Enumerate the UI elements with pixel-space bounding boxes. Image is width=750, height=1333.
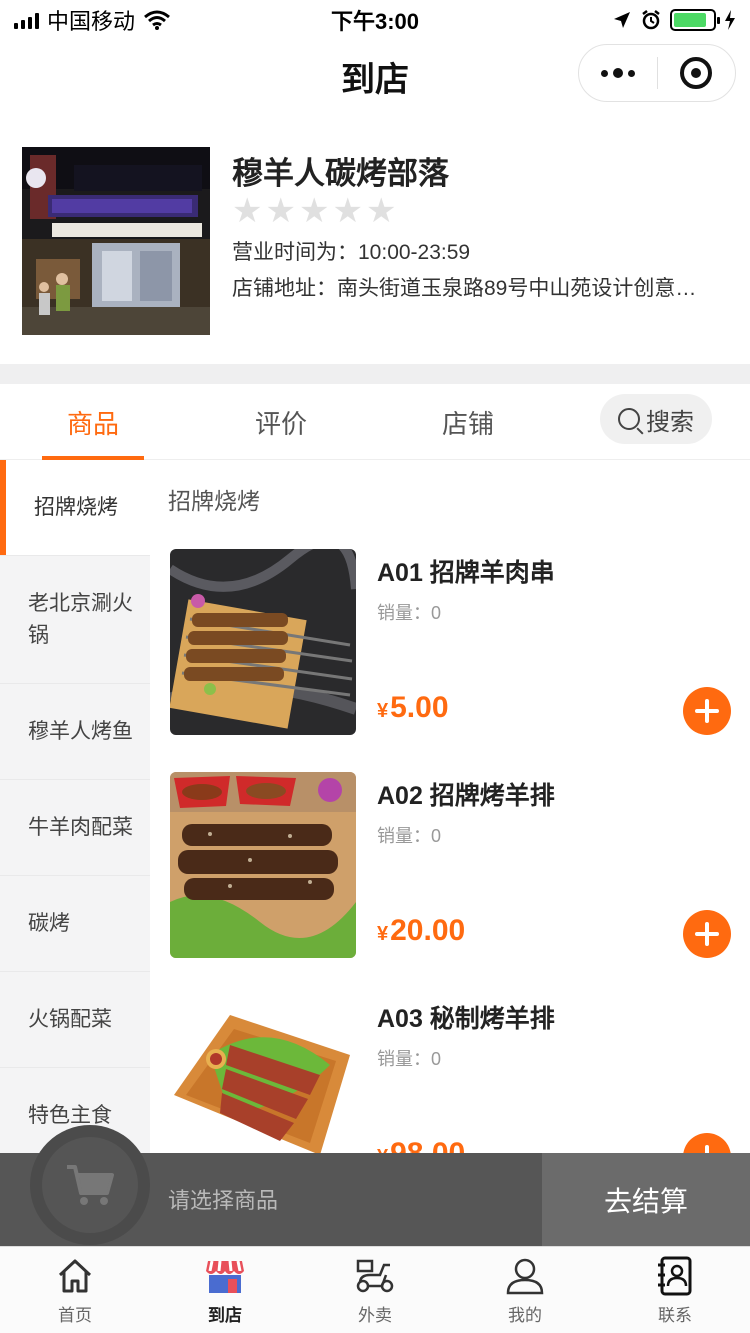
store-address[interactable]: 店铺地址：南头街道玉泉路89号中山苑设计创意… [232,272,722,302]
tab-reviews[interactable]: 评价 [226,384,336,460]
product-price: ¥20.00 [377,914,465,948]
contact-book-icon [658,1256,692,1296]
product-item[interactable]: A01 招牌羊肉串 销量：0 ¥5.00 [170,549,750,735]
address-label: 店铺地址： [232,277,337,300]
checkout-button[interactable]: 去结算 [542,1153,750,1246]
signal-icon [14,11,39,29]
product-price: ¥5.00 [377,691,449,725]
store-header: 穆羊人碳烤部落 ★ ★ ★ ★ ★ 营业时间为：10:00-23:59 店铺地址：南头街… [0,110,750,364]
store-tabs: 商品 评价 店铺 搜索 [0,384,750,460]
tabbar-label: 我的 [508,1306,542,1325]
product-name: A03 秘制烤羊排 [377,1005,555,1033]
store-photo [22,147,210,335]
product-item[interactable]: A02 招牌烤羊排 销量：0 ¥20.00 [170,772,750,958]
rating-stars: ★ ★ ★ ★ ★ [232,194,396,228]
sales-value: 0 [431,603,442,623]
tab-store[interactable]: 店铺 [413,384,523,460]
cart-icon [67,1165,114,1205]
add-to-cart-button[interactable] [683,687,731,735]
status-right [612,9,736,31]
location-arrow-icon [614,12,630,28]
category-item[interactable]: 穆羊人烤鱼 [0,684,150,780]
user-icon [506,1258,544,1295]
tabbar-item-store[interactable]: 到店 [150,1247,300,1333]
tabbar-label: 首页 [58,1306,92,1325]
hours-label: 营业时间为： [232,241,358,264]
product-name: A01 招牌羊肉串 [377,559,555,587]
product-sales: 销量：0 [377,822,441,848]
product-sales: 销量：0 [377,1045,441,1071]
target-circle-icon [680,57,713,89]
tabbar-item-delivery[interactable]: 外卖 [300,1247,450,1333]
alarm-icon [642,10,660,30]
sales-value: 0 [431,1049,442,1069]
wifi-icon [144,10,170,30]
product-name: A02 招牌烤羊排 [377,782,555,810]
store-hours: 营业时间为：10:00-23:59 [232,236,470,266]
category-sidebar: 招牌烧烤 老北京涮火锅 穆羊人烤鱼 牛羊肉配菜 碳烤 火锅配菜 特色主食 [0,460,150,1160]
price-value: 20.00 [390,914,466,947]
tabbar-label: 外卖 [358,1306,392,1325]
tabbar-item-home[interactable]: 首页 [0,1247,150,1333]
star-icon: ★ [232,192,263,230]
product-image [170,549,356,735]
scooter-icon [356,1259,394,1293]
category-item[interactable]: 招牌烧烤 [0,460,150,556]
store-name: 穆羊人碳烤部落 [232,156,449,191]
star-icon: ★ [265,192,296,230]
cart-hint: 请选择商品 [168,1188,279,1213]
search-icon [618,408,640,430]
sales-label: 销量： [377,1049,431,1069]
star-icon: ★ [365,192,397,230]
tabbar-item-contact[interactable]: 联系 [600,1247,750,1333]
sales-value: 0 [431,826,442,846]
category-item[interactable]: 碳烤 [0,876,150,972]
price-value: 5.00 [390,691,449,724]
store-icon [206,1260,244,1293]
address-value: 南头街道玉泉路89号中山苑设计创意… [337,277,697,300]
currency-symbol: ¥ [377,923,389,945]
section-title: 招牌烧烤 [168,488,260,514]
tabbar-label: 联系 [658,1306,692,1325]
category-item[interactable]: 老北京涮火锅 [0,556,150,684]
product-sales: 销量：0 [377,599,441,625]
section-divider [0,364,750,384]
charging-icon [725,10,735,30]
battery-icon [670,9,720,31]
category-item[interactable]: 牛羊肉配菜 [0,780,150,876]
carrier-label: 中国移动 [47,9,136,34]
tabbar-label: 到店 [208,1306,242,1325]
search-button[interactable]: 搜索 [600,394,712,444]
close-button[interactable] [658,45,736,101]
status-bar: 中国移动 下午3:00 [0,0,750,40]
tab-goods[interactable]: 商品 [38,384,148,460]
category-item[interactable]: 火锅配菜 [0,972,150,1068]
star-icon: ★ [332,192,363,230]
tabbar-item-mine[interactable]: 我的 [450,1247,600,1333]
more-button[interactable] [579,45,657,101]
star-icon: ★ [298,192,330,230]
sales-label: 销量： [377,826,431,846]
hours-value: 10:00-23:59 [358,241,471,264]
cart-button-inner [42,1137,138,1233]
mini-program-capsule [578,44,736,102]
sales-label: 销量： [377,603,431,623]
bottom-tab-bar: 首页 到店 外卖 我的 联系 [0,1246,750,1333]
add-to-cart-button[interactable] [683,910,731,958]
search-label: 搜索 [646,408,694,436]
cart-button[interactable] [30,1125,150,1245]
more-dots-icon [600,68,635,78]
product-image [170,772,356,958]
home-icon [58,1259,92,1293]
status-left: 中国移动 [14,4,171,36]
currency-symbol: ¥ [377,700,389,722]
nav-bar: 到店 [0,40,750,110]
